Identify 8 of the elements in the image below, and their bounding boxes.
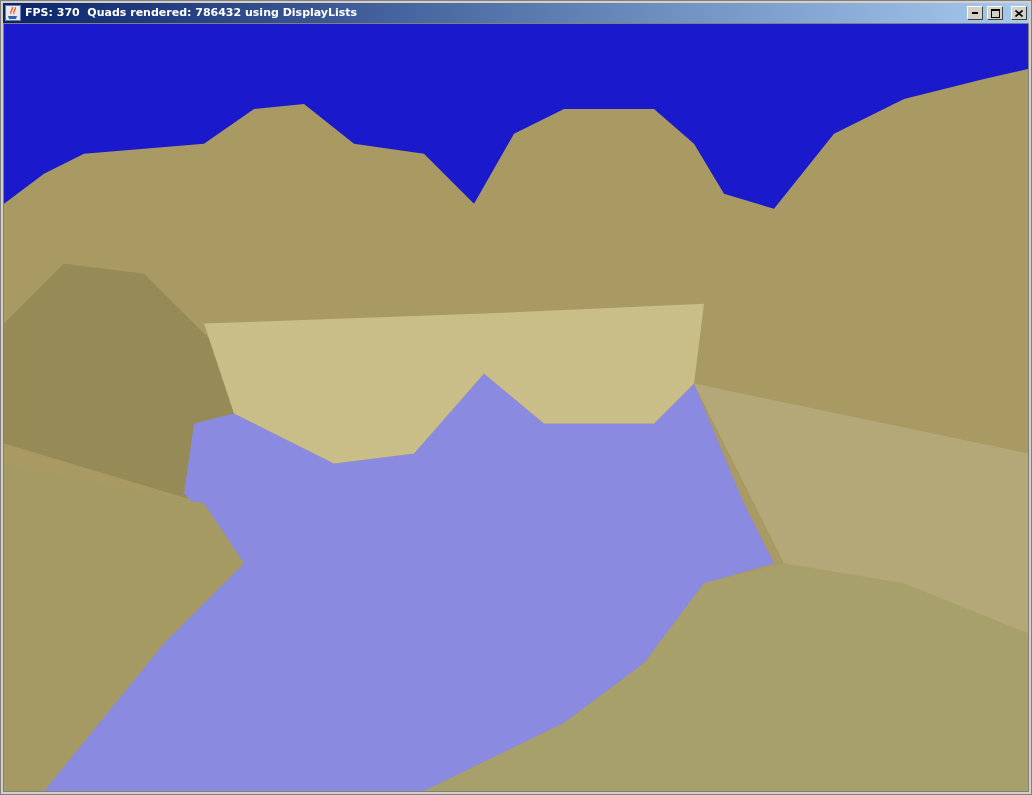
- minimize-button[interactable]: [967, 6, 983, 20]
- maximize-button[interactable]: [987, 6, 1003, 20]
- app-icon: [5, 5, 21, 21]
- minimize-icon: [972, 12, 978, 14]
- close-button[interactable]: [1011, 6, 1027, 20]
- maximize-icon: [990, 8, 1000, 18]
- window-title: FPS: 370 Quads rendered: 786432 using DisplayLists: [25, 4, 359, 21]
- close-icon: [1015, 9, 1023, 17]
